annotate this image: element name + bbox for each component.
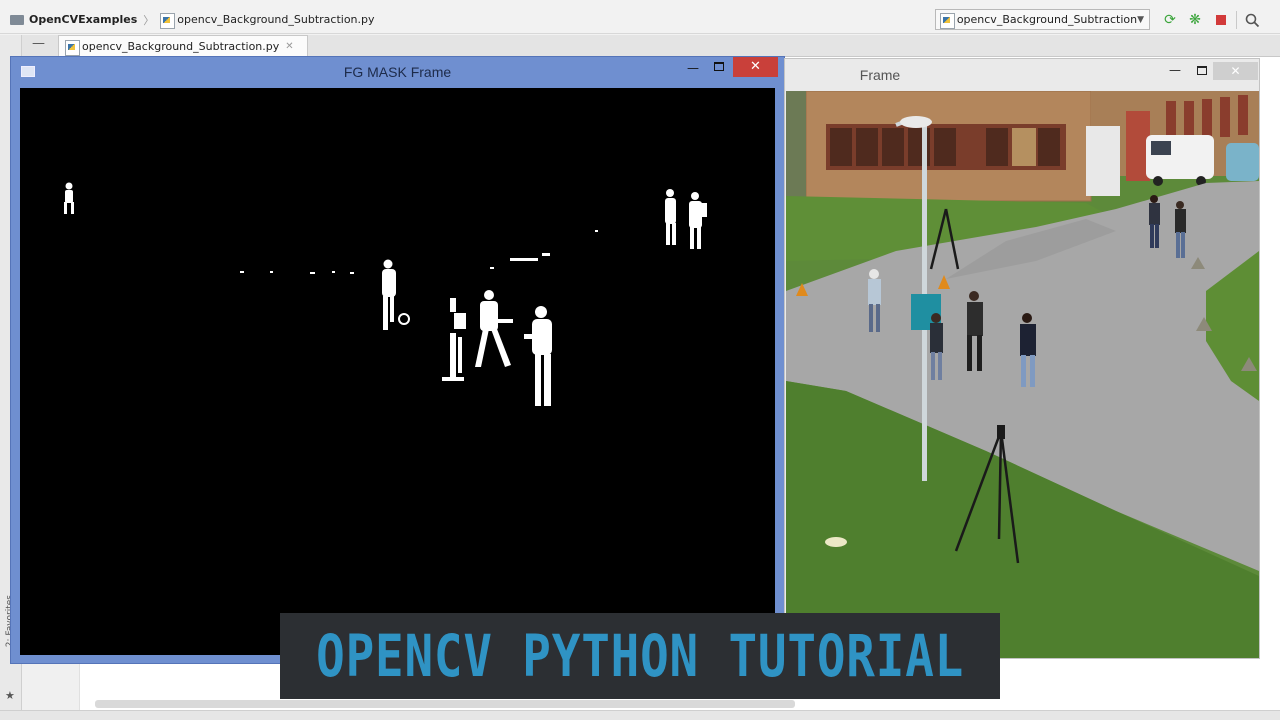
mask-blob-person <box>665 189 676 245</box>
frame-window-title: Frame <box>859 67 901 83</box>
python-file-icon <box>940 12 955 29</box>
rerun-icon[interactable]: ⟳ <box>1162 12 1178 28</box>
debug-icon[interactable]: ❋ <box>1187 12 1203 28</box>
run-configuration-label: opencv_Background_Subtraction <box>956 13 1138 26</box>
fg-mask-window[interactable]: FG MASK Frame — ✕ <box>10 56 785 664</box>
mask-blob-person <box>475 290 513 367</box>
status-bar <box>0 710 1280 720</box>
tutorial-title-banner: OPENCV PYTHON TUTORIAL <box>280 613 1000 699</box>
minimize-button[interactable]: — <box>687 61 699 75</box>
tab-opencv-background-subtraction[interactable]: opencv_Background_Subtraction.py ✕ <box>58 35 308 57</box>
folder-icon <box>10 14 24 25</box>
maximize-button[interactable] <box>714 62 724 71</box>
mask-blob-person <box>64 182 74 214</box>
star-icon[interactable]: ★ <box>5 689 15 702</box>
breadcrumb-separator: 〉 <box>143 13 155 27</box>
breadcrumb: OpenCVExamples 〉 opencv_Background_Subtr… <box>0 12 375 29</box>
tab-label: opencv_Background_Subtraction.py <box>82 40 280 53</box>
mask-blob-person <box>382 259 410 330</box>
maximize-button[interactable] <box>1197 66 1207 75</box>
run-configuration-dropdown[interactable]: opencv_Background_Subtraction ▼ <box>935 9 1150 30</box>
collapse-icon[interactable]: — <box>32 36 45 51</box>
python-file-icon <box>160 12 176 29</box>
navigation-bar: OpenCVExamples 〉 opencv_Background_Subtr… <box>0 6 1280 34</box>
mask-blob-person <box>689 192 707 249</box>
chevron-down-icon: ▼ <box>1137 14 1144 25</box>
stop-icon[interactable] <box>1213 12 1229 28</box>
breadcrumb-project[interactable]: OpenCVExamples <box>29 13 137 26</box>
breadcrumb-file[interactable]: opencv_Background_Subtraction.py <box>177 13 374 26</box>
close-button[interactable]: ✕ <box>733 57 778 77</box>
fg-mask-window-title: FG MASK Frame <box>343 64 452 80</box>
frame-window[interactable]: Frame — ✕ <box>784 58 1260 659</box>
screen: 2: Favorites ★ OpenCVExamples 〉 opencv_B… <box>0 0 1280 720</box>
mask-blob-person <box>524 306 552 406</box>
close-tab-icon[interactable]: ✕ <box>285 41 293 52</box>
editor-tab-bar: — opencv_Background_Subtraction.py ✕ <box>22 35 1280 57</box>
tutorial-title-text: OPENCV PYTHON TUTORIAL <box>316 622 964 690</box>
minimize-button[interactable]: — <box>1169 63 1181 77</box>
close-button[interactable]: ✕ <box>1213 62 1258 80</box>
video-frame-image <box>786 91 1259 658</box>
python-file-icon <box>65 39 80 56</box>
search-icon[interactable] <box>1244 12 1260 28</box>
foreground-mask-image <box>20 88 775 655</box>
horizontal-scrollbar[interactable] <box>95 700 795 708</box>
mask-blob-person <box>442 298 466 381</box>
toolbar-divider <box>1236 11 1237 29</box>
